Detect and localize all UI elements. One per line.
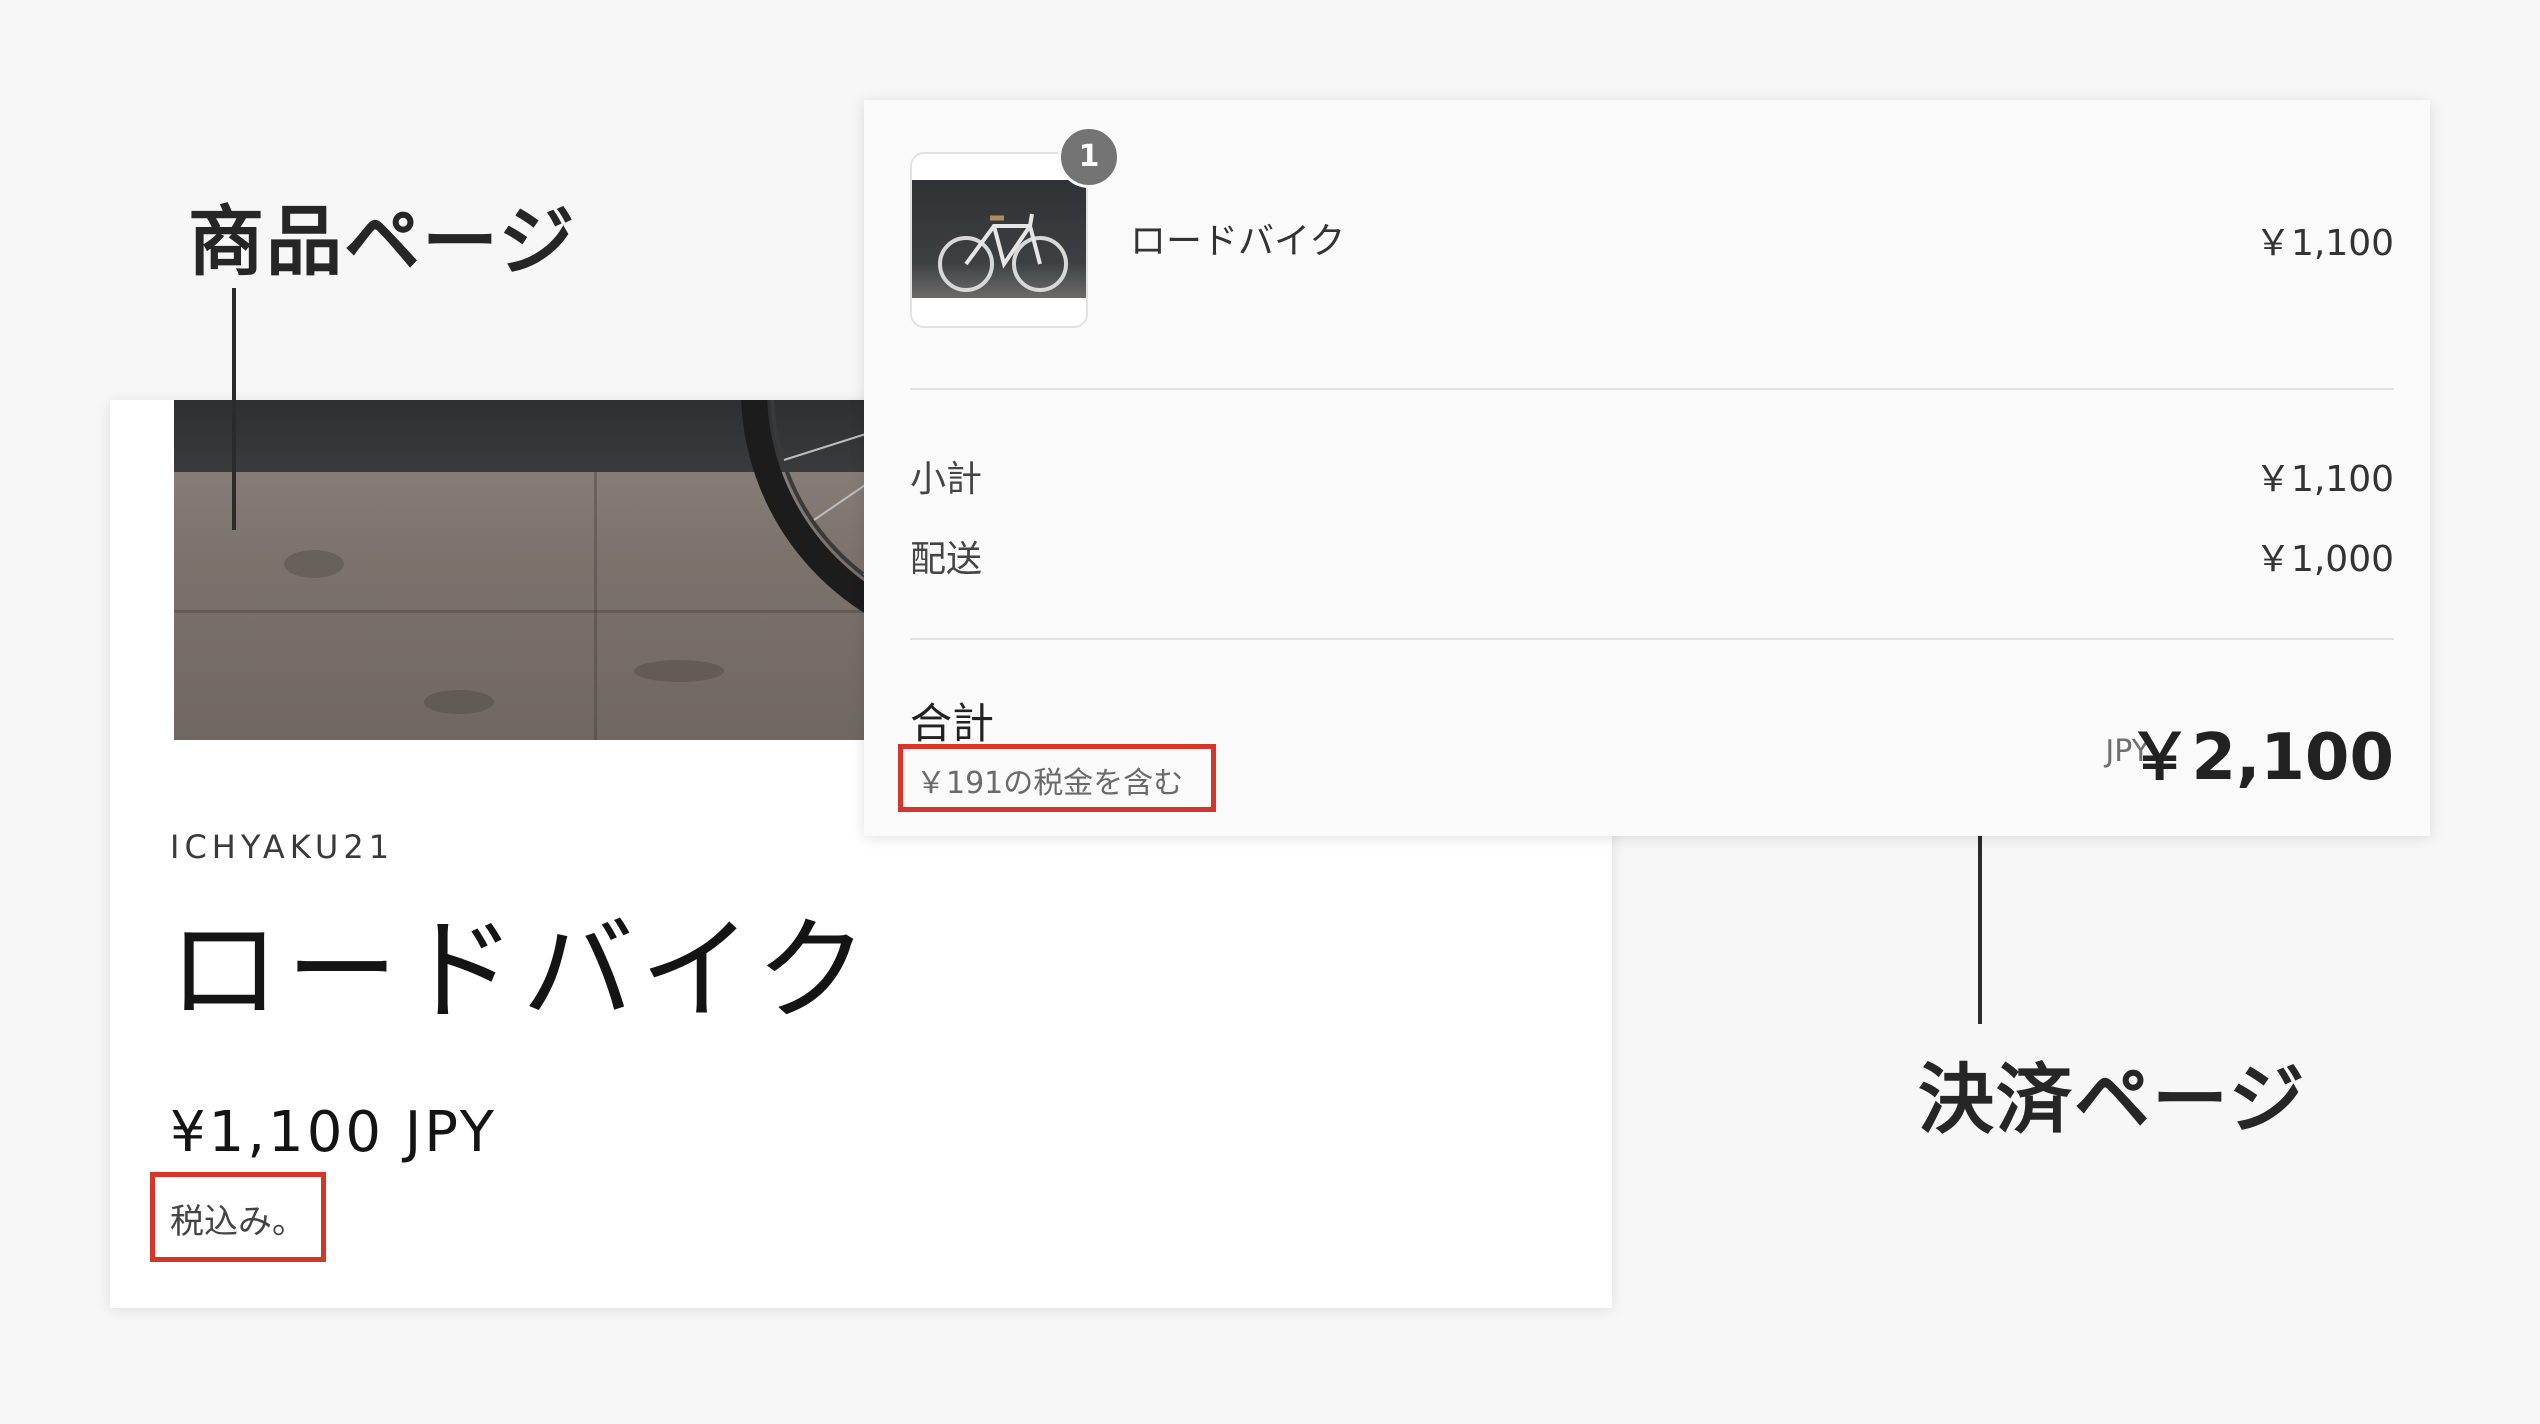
bicycle-icon xyxy=(938,213,1068,292)
item-name: ロードバイク xyxy=(1130,221,1346,262)
checkout-page-callout-label: 決済ページ xyxy=(1918,1055,2307,1144)
subtotal-value: ￥1,100 xyxy=(2254,459,2394,500)
product-page-callout-line xyxy=(232,288,236,530)
product-page-callout-label: 商品ページ xyxy=(188,197,577,286)
product-price: ¥1,100 JPY xyxy=(170,1100,498,1165)
quantity-badge: 1 xyxy=(1058,126,1120,188)
bicycle-wheel-icon xyxy=(741,400,974,652)
total-label: 合計 xyxy=(910,699,995,748)
item-price: ￥1,100 xyxy=(2254,223,2394,264)
shipping-value: ￥1,000 xyxy=(2254,539,2394,580)
shipping-label: 配送 xyxy=(910,539,983,580)
product-photo xyxy=(174,400,974,740)
divider xyxy=(910,388,2394,390)
product-title: ロードバイク xyxy=(168,906,874,1036)
total-tax-note: ￥191の税金を含む xyxy=(916,766,1184,801)
product-tax-note: 税込み。 xyxy=(170,1202,306,1242)
item-thumbnail xyxy=(910,152,1088,328)
total-amount: ￥2,100 xyxy=(2127,721,2394,795)
subtotal-label: 小計 xyxy=(910,459,983,500)
product-brand: ICHYAKU21 xyxy=(170,828,395,866)
checkout-summary-card: 1 ロードバイク ￥1,100 小計 ￥1,100 配送 ￥1,000 合計 ￥… xyxy=(864,100,2430,836)
divider xyxy=(910,638,2394,640)
